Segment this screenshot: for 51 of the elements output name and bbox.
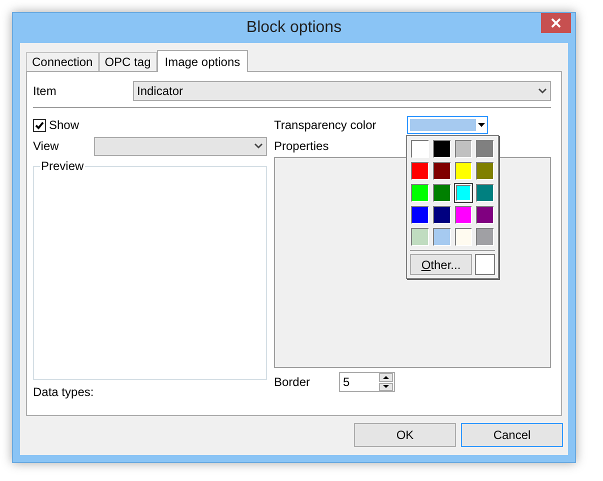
up-arrow-icon xyxy=(383,376,389,379)
show-checkbox[interactable] xyxy=(33,118,46,132)
palette-swatch[interactable] xyxy=(454,183,474,203)
palette-swatch[interactable] xyxy=(432,205,452,225)
palette-swatch[interactable] xyxy=(432,161,452,181)
view-label: View xyxy=(33,138,60,155)
custom-color-swatch[interactable] xyxy=(475,254,495,275)
down-arrow-icon xyxy=(383,385,389,388)
palette-swatch[interactable] xyxy=(410,227,430,247)
transparency-color-label: Transparency color xyxy=(274,117,378,134)
close-icon xyxy=(551,18,561,28)
caret-icon xyxy=(478,123,485,127)
chevron-down-icon xyxy=(538,88,547,94)
item-dropdown[interactable]: Indicator xyxy=(133,81,551,101)
palette-swatch[interactable] xyxy=(432,227,452,247)
tab[interactable]: Connection xyxy=(26,52,99,71)
show-label: Show xyxy=(49,117,80,134)
spin-down-button[interactable] xyxy=(379,382,393,391)
dialog-button[interactable]: OK xyxy=(354,423,456,447)
palette-swatch[interactable] xyxy=(475,139,495,159)
dialog-button[interactable]: Cancel xyxy=(461,423,563,447)
palette-swatch[interactable] xyxy=(410,139,430,159)
palette-swatch[interactable] xyxy=(475,227,495,247)
properties-label: Properties xyxy=(274,138,329,155)
checkmark-icon xyxy=(35,120,44,130)
item-label: Item xyxy=(33,83,58,100)
palette-swatch[interactable] xyxy=(410,205,430,225)
palette-swatch[interactable] xyxy=(475,183,495,203)
palette-swatch[interactable] xyxy=(454,227,474,247)
window-title: Block options xyxy=(246,18,342,38)
preview-label: Preview xyxy=(40,159,85,173)
other-colors-button[interactable]: Other... xyxy=(410,254,472,275)
palette-swatch[interactable] xyxy=(454,139,474,159)
chevron-down-icon xyxy=(254,143,263,149)
palette-swatch[interactable] xyxy=(432,183,452,203)
spin-up-button[interactable] xyxy=(379,373,393,382)
close-button[interactable] xyxy=(541,13,571,33)
palette-swatch[interactable] xyxy=(432,139,452,159)
color-dropdown[interactable] xyxy=(407,116,488,134)
view-dropdown[interactable] xyxy=(94,136,267,156)
tab[interactable]: Image options xyxy=(156,50,248,72)
border-label: Border xyxy=(274,374,312,391)
palette-swatch[interactable] xyxy=(454,161,474,181)
palette-swatch[interactable] xyxy=(475,161,495,181)
border-spinbox[interactable]: 5 xyxy=(339,372,395,392)
palette-swatch[interactable] xyxy=(454,205,474,225)
palette-swatch[interactable] xyxy=(475,205,495,225)
tab[interactable]: OPC tag xyxy=(98,52,157,71)
palette-swatch[interactable] xyxy=(410,183,430,203)
data-types-label: Data types: xyxy=(33,384,95,401)
palette-swatch[interactable] xyxy=(410,161,430,181)
